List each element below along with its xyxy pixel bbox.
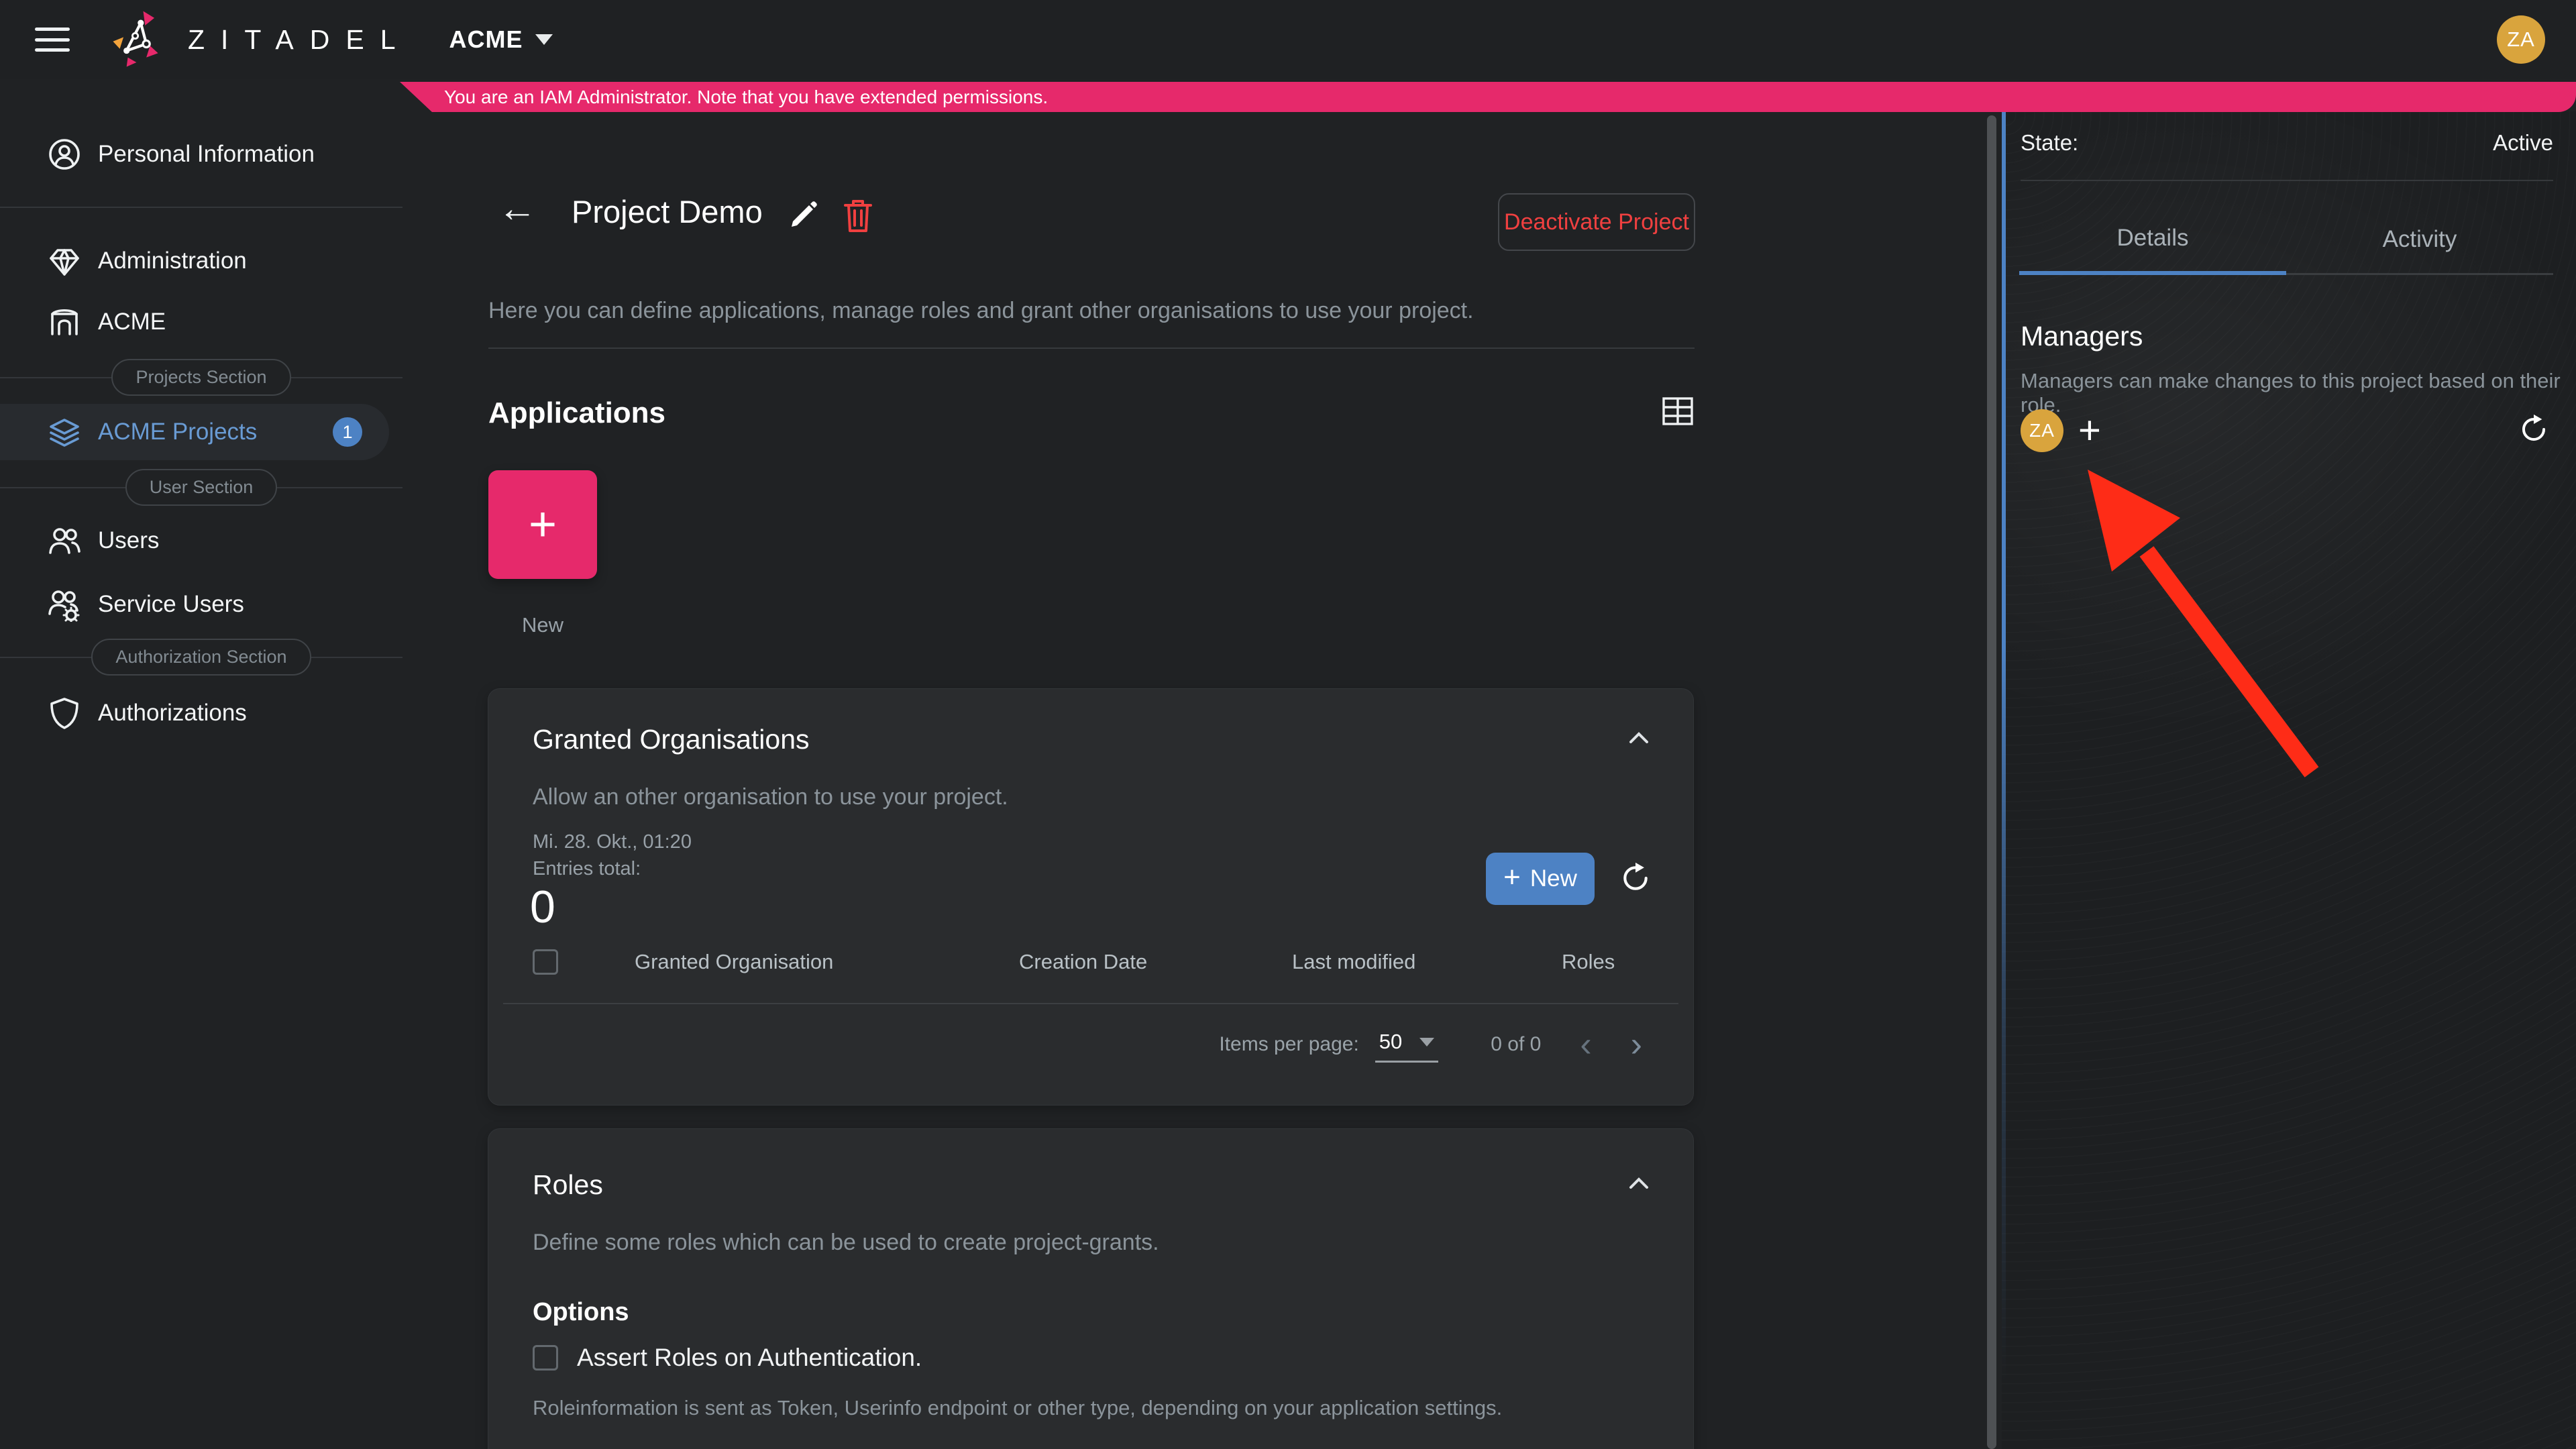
details-panel: State: Active Details Activity Managers … bbox=[2002, 111, 2576, 1449]
shield-icon bbox=[47, 696, 82, 731]
sidebar-item-acme-org[interactable]: ACME bbox=[0, 294, 389, 350]
sidebar-section-authorization: Authorization Section bbox=[0, 639, 402, 676]
granted-organisations-description: Allow an other organisation to use your … bbox=[533, 784, 1008, 810]
trash-icon[interactable] bbox=[840, 196, 876, 239]
divider bbox=[488, 347, 1695, 349]
main-content: ← Project Demo Deactivate Project Here y… bbox=[402, 111, 1987, 1449]
sidebar-item-service-users[interactable]: Service Users bbox=[0, 576, 389, 633]
brand-wordmark: ZITADEL bbox=[188, 24, 412, 56]
tab-details[interactable]: Details bbox=[2019, 205, 2286, 275]
assert-roles-checkbox[interactable] bbox=[533, 1345, 558, 1371]
new-grant-button[interactable]: + New bbox=[1486, 853, 1595, 905]
topbar: ZITADEL ACME ZA bbox=[0, 0, 2576, 79]
entries-total-label: Entries total: bbox=[533, 858, 641, 880]
sidebar-item-acme-projects[interactable]: ACME Projects 1 bbox=[0, 404, 389, 460]
layers-icon bbox=[47, 415, 82, 449]
roles-info-text: Roleinformation is sent as Token, Userin… bbox=[533, 1396, 1502, 1420]
col-creation-date: Creation Date bbox=[1019, 950, 1292, 974]
applications-heading: Applications bbox=[488, 396, 665, 430]
previous-page-button[interactable]: ‹ bbox=[1580, 1027, 1591, 1062]
tab-activity[interactable]: Activity bbox=[2286, 205, 2553, 275]
pencil-icon[interactable] bbox=[784, 197, 821, 238]
new-application-label: New bbox=[488, 613, 597, 637]
divider bbox=[503, 1003, 1678, 1004]
divider bbox=[2021, 180, 2553, 181]
select-all-checkbox[interactable] bbox=[533, 949, 558, 975]
refresh-icon[interactable] bbox=[2518, 414, 2549, 448]
service-users-icon bbox=[47, 587, 82, 622]
state-row: State: Active bbox=[2021, 130, 2553, 156]
zitadel-console: ZITADEL ACME ZA You are an IAM Administr… bbox=[0, 0, 2576, 1449]
org-switcher[interactable]: ACME bbox=[449, 25, 553, 54]
page-description: Here you can define applications, manage… bbox=[488, 298, 1474, 324]
paginator-range: 0 of 0 bbox=[1491, 1033, 1541, 1056]
plus-icon: + bbox=[1503, 863, 1521, 892]
new-application-tile[interactable]: + bbox=[488, 470, 597, 579]
assert-roles-label: Assert Roles on Authentication. bbox=[577, 1344, 922, 1372]
deactivate-project-button[interactable]: Deactivate Project bbox=[1498, 193, 1695, 251]
page-title: Project Demo bbox=[572, 193, 763, 230]
entries-total-value: 0 bbox=[530, 881, 555, 933]
org-name: ACME bbox=[449, 25, 523, 54]
sidebar-item-users[interactable]: Users bbox=[0, 513, 389, 569]
managers-row: ZA + bbox=[2021, 407, 2549, 455]
plus-icon: + bbox=[529, 500, 557, 549]
person-circle-icon bbox=[47, 137, 82, 172]
col-roles: Roles bbox=[1562, 950, 1660, 974]
users-icon bbox=[47, 523, 82, 558]
divider bbox=[0, 207, 402, 208]
main-scrollbar[interactable] bbox=[1987, 115, 1996, 1449]
add-manager-button[interactable]: + bbox=[2078, 411, 2101, 450]
granted-organisations-heading: Granted Organisations bbox=[533, 724, 810, 755]
paginator: Items per page: 50 0 of 0 ‹ › bbox=[1219, 1026, 1642, 1063]
grid-view-icon[interactable] bbox=[1661, 396, 1695, 430]
chevron-down-icon bbox=[1419, 1038, 1434, 1046]
roles-heading: Roles bbox=[533, 1169, 603, 1201]
items-per-page-label: Items per page: bbox=[1219, 1033, 1358, 1056]
next-page-button[interactable]: › bbox=[1631, 1027, 1642, 1062]
state-value: Active bbox=[2493, 130, 2553, 156]
col-granted-organisation: Granted Organisation bbox=[635, 950, 1019, 974]
options-label: Options bbox=[533, 1298, 629, 1327]
user-avatar[interactable]: ZA bbox=[2497, 15, 2545, 64]
chevron-up-icon[interactable] bbox=[1627, 731, 1650, 749]
project-count-badge: 1 bbox=[333, 417, 362, 447]
col-last-modified: Last modified bbox=[1292, 950, 1562, 974]
manager-avatar[interactable]: ZA bbox=[2021, 409, 2063, 452]
chevron-up-icon[interactable] bbox=[1627, 1176, 1650, 1194]
refresh-icon[interactable] bbox=[1619, 862, 1652, 898]
diamond-icon bbox=[47, 244, 82, 278]
grants-table-header: Granted Organisation Creation Date Last … bbox=[533, 949, 1660, 975]
granted-organisations-card: Granted Organisations Allow an other org… bbox=[488, 688, 1694, 1106]
state-label: State: bbox=[2021, 130, 2078, 156]
zitadel-logo-icon bbox=[109, 9, 170, 70]
iam-admin-banner: You are an IAM Administrator. Note that … bbox=[400, 82, 2576, 112]
assert-roles-row: Assert Roles on Authentication. bbox=[533, 1344, 922, 1372]
roles-description: Define some roles which can be used to c… bbox=[533, 1230, 1159, 1256]
hamburger-icon[interactable] bbox=[35, 28, 70, 52]
chevron-down-icon bbox=[535, 34, 553, 45]
sidebar-section-user: User Section bbox=[0, 469, 402, 506]
sidebar-item-administration[interactable]: Administration bbox=[0, 233, 389, 289]
managers-heading: Managers bbox=[2021, 321, 2143, 352]
panel-tabs: Details Activity bbox=[2019, 205, 2553, 275]
timestamp: Mi. 28. Okt., 01:20 bbox=[533, 831, 692, 853]
sidebar-item-personal-information[interactable]: Personal Information bbox=[0, 126, 389, 182]
sidebar: Personal Information Administration ACME bbox=[0, 79, 402, 1449]
organisation-icon bbox=[47, 305, 82, 339]
sidebar-section-projects: Projects Section bbox=[0, 359, 402, 396]
sidebar-item-authorizations[interactable]: Authorizations bbox=[0, 685, 389, 741]
iam-admin-banner-text: You are an IAM Administrator. Note that … bbox=[444, 87, 1048, 108]
items-per-page-select[interactable]: 50 bbox=[1375, 1026, 1438, 1063]
back-arrow-icon[interactable]: ← bbox=[498, 189, 537, 228]
roles-card: Roles Define some roles which can be use… bbox=[488, 1128, 1694, 1449]
